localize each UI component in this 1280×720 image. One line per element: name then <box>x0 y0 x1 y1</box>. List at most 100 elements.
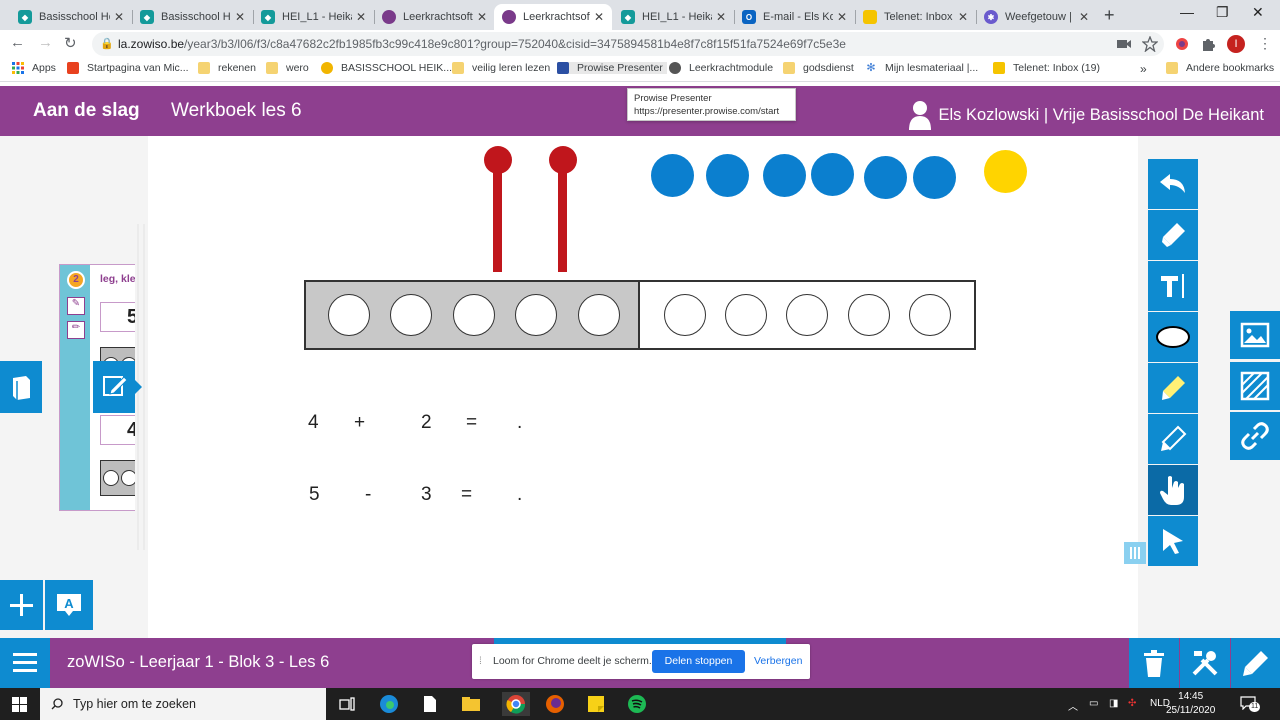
close-icon[interactable]: ✕ <box>235 10 245 24</box>
eraser-button[interactable] <box>1148 210 1198 260</box>
bookmark-veilig-leren-lezen[interactable]: veilig leren lezen <box>452 62 550 74</box>
tray-network-icon[interactable]: ◨ <box>1109 698 1118 709</box>
edit-mode-button[interactable] <box>1231 638 1280 688</box>
tools-button[interactable] <box>1180 638 1230 688</box>
ten-frame[interactable] <box>304 280 976 350</box>
frame-cell[interactable] <box>515 294 557 336</box>
tray-battery-icon[interactable]: ▭ <box>1089 698 1098 709</box>
tab-6[interactable]: ◆ HEI_L1 - Heikan ✕ <box>613 4 734 30</box>
frame-cell[interactable] <box>786 294 828 336</box>
tab-4[interactable]: Leerkrachtsoftw ✕ <box>374 4 495 30</box>
frame-cell[interactable] <box>390 294 432 336</box>
highlighter-button[interactable] <box>1148 363 1198 413</box>
notification-button[interactable]: 11 <box>1240 696 1268 714</box>
close-icon[interactable]: ✕ <box>837 10 847 24</box>
bookmark-other[interactable]: Andere bookmarks <box>1166 62 1274 74</box>
undo-button[interactable] <box>1148 159 1198 209</box>
pen-button[interactable] <box>1148 414 1198 464</box>
minimize-icon[interactable]: — <box>1180 4 1194 20</box>
drag-grip-icon[interactable]: ⁞ <box>479 655 482 667</box>
bookmarks-overflow[interactable]: » <box>1140 62 1147 76</box>
hand-tool-button[interactable] <box>1148 465 1198 515</box>
blue-counter[interactable] <box>811 153 854 196</box>
close-icon[interactable]: ✕ <box>114 10 124 24</box>
red-stick[interactable] <box>558 166 567 272</box>
edge-icon[interactable] <box>377 692 401 716</box>
equation-1-answer[interactable]: . <box>517 412 522 434</box>
yellow-counter[interactable] <box>984 150 1027 193</box>
close-icon[interactable]: ✕ <box>356 10 366 24</box>
tab-8[interactable]: Telenet: Inbox ✕ <box>855 4 976 30</box>
windows-start-icon[interactable] <box>12 697 27 712</box>
profile-avatar[interactable]: I <box>1227 35 1245 53</box>
frame-cell[interactable] <box>909 294 951 336</box>
tab-5-active[interactable]: Leerkrachtsoftw ✕ <box>494 4 612 30</box>
user-info[interactable]: Els Kozlowski | Vrije Basisschool De Hei… <box>908 100 1264 130</box>
tray-chevron-icon[interactable]: ︿ <box>1068 698 1078 713</box>
bookmark-wero[interactable]: wero <box>266 62 309 74</box>
taskbar-clock[interactable]: 14:45 25/11/2020 <box>1166 690 1215 718</box>
frame-cell[interactable] <box>664 294 706 336</box>
insert-link-button[interactable] <box>1230 412 1280 460</box>
menu-dots-icon[interactable]: ⋮ <box>1258 35 1272 52</box>
close-window-icon[interactable]: ✕ <box>1252 4 1264 21</box>
blue-counter[interactable] <box>864 156 907 199</box>
tab-9[interactable]: ✱ Weefgetouw | ✕ <box>976 4 1097 30</box>
close-icon[interactable]: ✕ <box>594 10 604 24</box>
sticky-notes-icon[interactable] <box>584 692 608 716</box>
close-icon[interactable]: ✕ <box>716 10 726 24</box>
bookmark-leerkrachtmodule[interactable]: Leerkrachtmodule <box>669 62 773 74</box>
select-tool-button[interactable] <box>1148 516 1198 566</box>
blue-counter[interactable] <box>913 156 956 199</box>
whiteboard[interactable] <box>148 136 1138 638</box>
close-icon[interactable]: ✕ <box>1079 10 1089 24</box>
bookmark-apps[interactable]: Apps <box>12 62 56 74</box>
task-view-icon[interactable] <box>335 692 359 716</box>
address-bar[interactable]: 🔒 la.zowiso.be/year3/b3/l06/f3/c8a47682c… <box>92 32 1164 56</box>
text-tool-button[interactable] <box>1148 261 1198 311</box>
answer-button[interactable]: A <box>45 580 93 630</box>
bookmark-mijn-lesmateriaal[interactable]: ✻ Mijn lesmateriaal |... <box>865 62 978 74</box>
shape-tool-button[interactable] <box>1148 312 1198 362</box>
bookmark-rekenen[interactable]: rekenen <box>198 62 256 74</box>
frame-cell[interactable] <box>725 294 767 336</box>
chrome-icon[interactable] <box>502 692 530 716</box>
star-icon[interactable] <box>1142 36 1158 52</box>
header-start-link[interactable]: Aan de slag <box>33 100 140 122</box>
tab-7[interactable]: O E-mail - Els Koz ✕ <box>734 4 855 30</box>
workbook-toggle-button[interactable] <box>0 361 42 413</box>
puzzle-icon[interactable] <box>1200 36 1216 52</box>
bookmark-prowise-presenter[interactable]: Prowise Presenter <box>557 62 667 74</box>
edit-button[interactable] <box>93 361 142 413</box>
menu-button[interactable] <box>0 638 50 688</box>
new-tab-button[interactable]: + <box>1104 5 1115 26</box>
frame-cell[interactable] <box>578 294 620 336</box>
toolbar-drag-handle[interactable] <box>1124 542 1146 564</box>
insert-pattern-button[interactable] <box>1230 362 1280 410</box>
tab-3[interactable]: ◆ HEI_L1 - Heikan ✕ <box>253 4 374 30</box>
firefox-icon[interactable] <box>543 692 567 716</box>
file-icon[interactable] <box>418 692 442 716</box>
tray-app-icon[interactable]: ✣ <box>1128 698 1136 709</box>
maximize-icon[interactable]: ❐ <box>1216 4 1229 21</box>
bookmark-basisschool[interactable]: BASISSCHOOL HEIK... <box>321 62 452 74</box>
back-icon[interactable]: ← <box>10 34 25 51</box>
equation-2-answer[interactable]: . <box>517 484 522 506</box>
delete-button[interactable] <box>1129 638 1179 688</box>
tab-1[interactable]: ◆ Basisschool He ✕ <box>10 4 132 30</box>
insert-image-button[interactable] <box>1230 311 1280 359</box>
stop-sharing-button[interactable]: Delen stoppen <box>652 650 745 673</box>
bookmark-startpagina[interactable]: Startpagina van Mic... <box>67 62 189 74</box>
blue-counter[interactable] <box>651 154 694 197</box>
close-icon[interactable]: ✕ <box>477 10 487 24</box>
explorer-icon[interactable] <box>459 692 483 716</box>
close-icon[interactable]: ✕ <box>958 10 968 24</box>
tab-2[interactable]: ◆ Basisschool He ✕ <box>132 4 253 30</box>
reload-icon[interactable]: ↻ <box>64 34 77 52</box>
bookmark-godsdienst[interactable]: godsdienst <box>783 62 854 74</box>
frame-cell[interactable] <box>848 294 890 336</box>
blue-counter[interactable] <box>763 154 806 197</box>
add-button[interactable] <box>0 580 43 630</box>
red-stick[interactable] <box>493 166 502 272</box>
camera-icon[interactable] <box>1116 36 1132 52</box>
